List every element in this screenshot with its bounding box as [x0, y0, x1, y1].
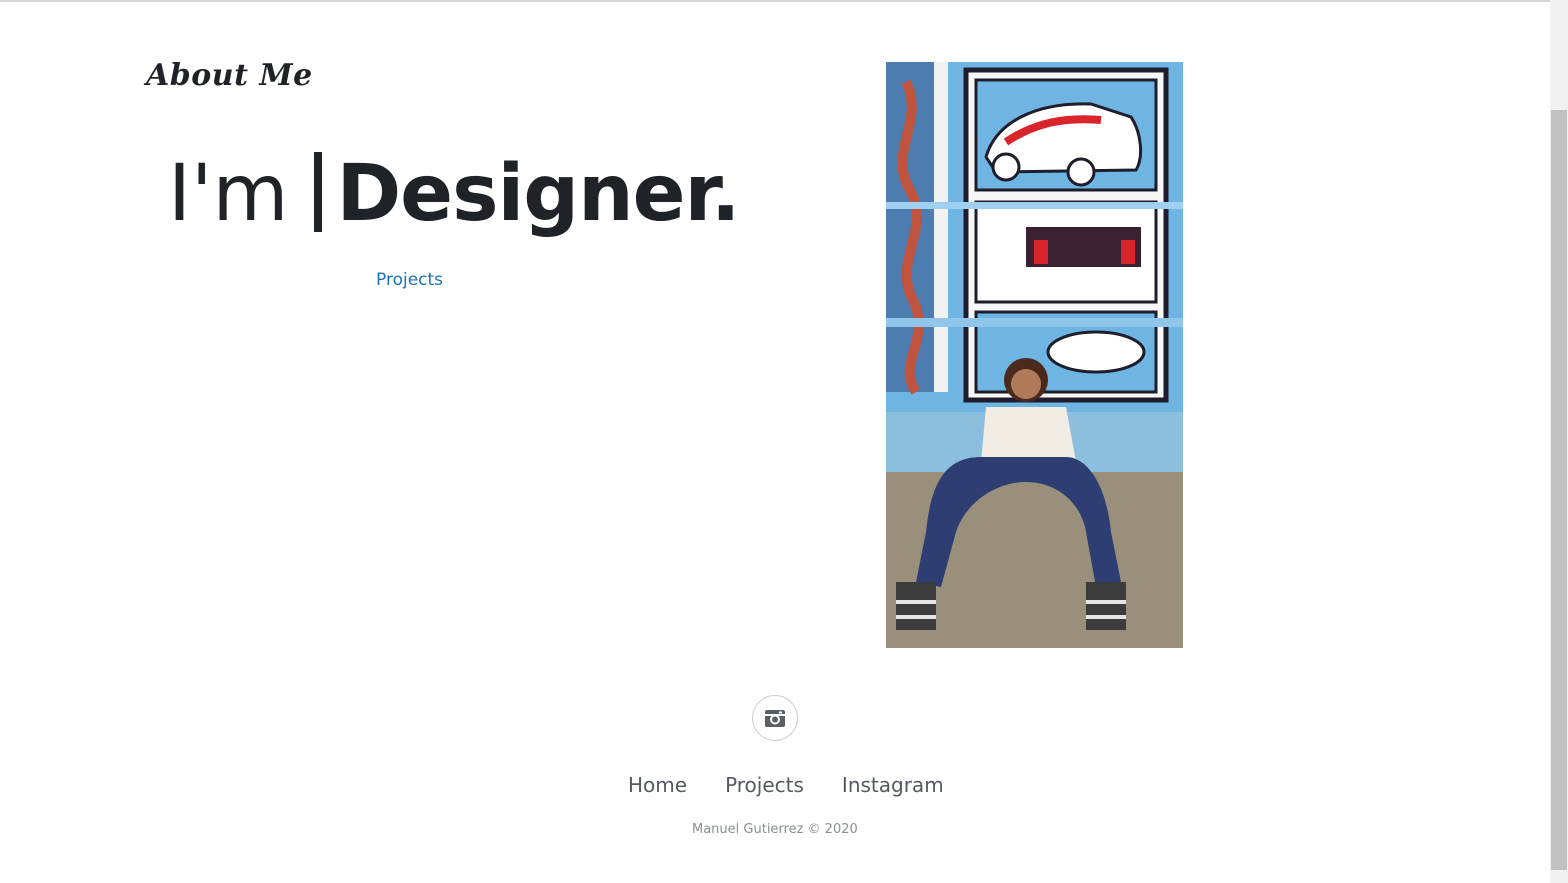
headline-prefix: I'm — [168, 149, 289, 239]
about-title: About Me — [146, 58, 313, 93]
portrait-photo — [886, 62, 1183, 648]
headline-role: Designer. — [336, 149, 740, 239]
typing-cursor — [314, 152, 323, 232]
footer-link-projects[interactable]: Projects — [725, 773, 804, 797]
projects-link[interactable]: Projects — [376, 270, 443, 290]
footer-nav: Home Projects Instagram — [628, 773, 944, 797]
top-rule — [0, 0, 1550, 2]
copyright-text: Manuel Gutierrez © 2020 — [692, 822, 858, 837]
footer-link-instagram[interactable]: Instagram — [842, 773, 944, 797]
instagram-button[interactable] — [752, 695, 798, 741]
footer-link-home[interactable]: Home — [628, 773, 687, 797]
instagram-icon — [765, 710, 785, 727]
headline: I'm Designer. — [168, 138, 741, 250]
scrollbar-thumb[interactable] — [1551, 110, 1567, 870]
